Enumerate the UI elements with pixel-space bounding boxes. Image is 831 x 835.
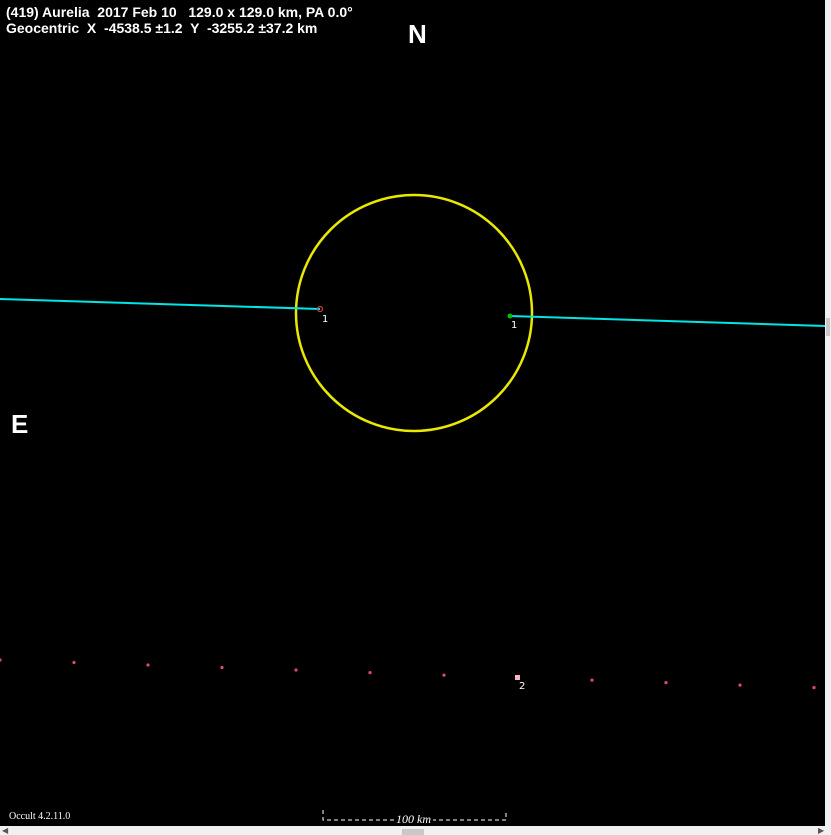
chord-2-miss-dot [294, 668, 298, 672]
scroll-right-arrow-icon[interactable]: ▶ [818, 826, 824, 835]
plot-canvas: 1 1 2 [0, 193, 825, 821]
chord-2-miss-dot [738, 683, 742, 687]
chord-2-miss-dot [146, 663, 150, 667]
chord-2-miss-dot [590, 678, 594, 682]
chord-2-station-marker [515, 675, 520, 680]
header-geocentric: Geocentric X -4538.5 ±1.2 Y -3255.2 ±37.… [6, 20, 318, 36]
chord-2-label: 2 [519, 681, 525, 692]
chord-2-miss-dot [664, 681, 668, 685]
east-compass-label: E [11, 409, 29, 439]
chord-2-miss-dots [0, 658, 816, 690]
horizontal-scrollbar-thumb[interactable] [402, 829, 424, 835]
scroll-left-arrow-icon[interactable]: ◀ [2, 826, 8, 835]
chord-2-miss-dot [442, 673, 446, 677]
scale-bar-label: 100 km [394, 812, 433, 826]
chord-1-disappear-label: 1 [322, 314, 328, 325]
vertical-scrollbar[interactable] [825, 0, 831, 826]
header-title: (419) Aurelia 2017 Feb 10 129.0 x 129.0 … [6, 4, 353, 20]
chord-1-east-segment [509, 315, 825, 327]
vertical-scrollbar-thumb[interactable] [826, 318, 830, 336]
north-compass-label: N [408, 19, 427, 49]
asteroid-outline-ellipse [294, 193, 534, 433]
chord-1-reappear-marker [507, 313, 513, 319]
chord-2-miss-dot [72, 660, 76, 665]
chord-2-miss-dot [368, 671, 372, 675]
chord-1-west-segment [0, 298, 321, 310]
chord-1-reappear-label: 1 [511, 320, 517, 331]
chord-2-miss-dot [220, 665, 224, 670]
chord-2-miss-dot [812, 686, 816, 690]
version-label: Occult 4.2.11.0 [9, 811, 71, 822]
chord-2-miss-dot [0, 658, 2, 662]
occultation-plot: 1 1 2 (419) Aurelia 2017 Feb 10 129.0 x … [0, 0, 825, 826]
